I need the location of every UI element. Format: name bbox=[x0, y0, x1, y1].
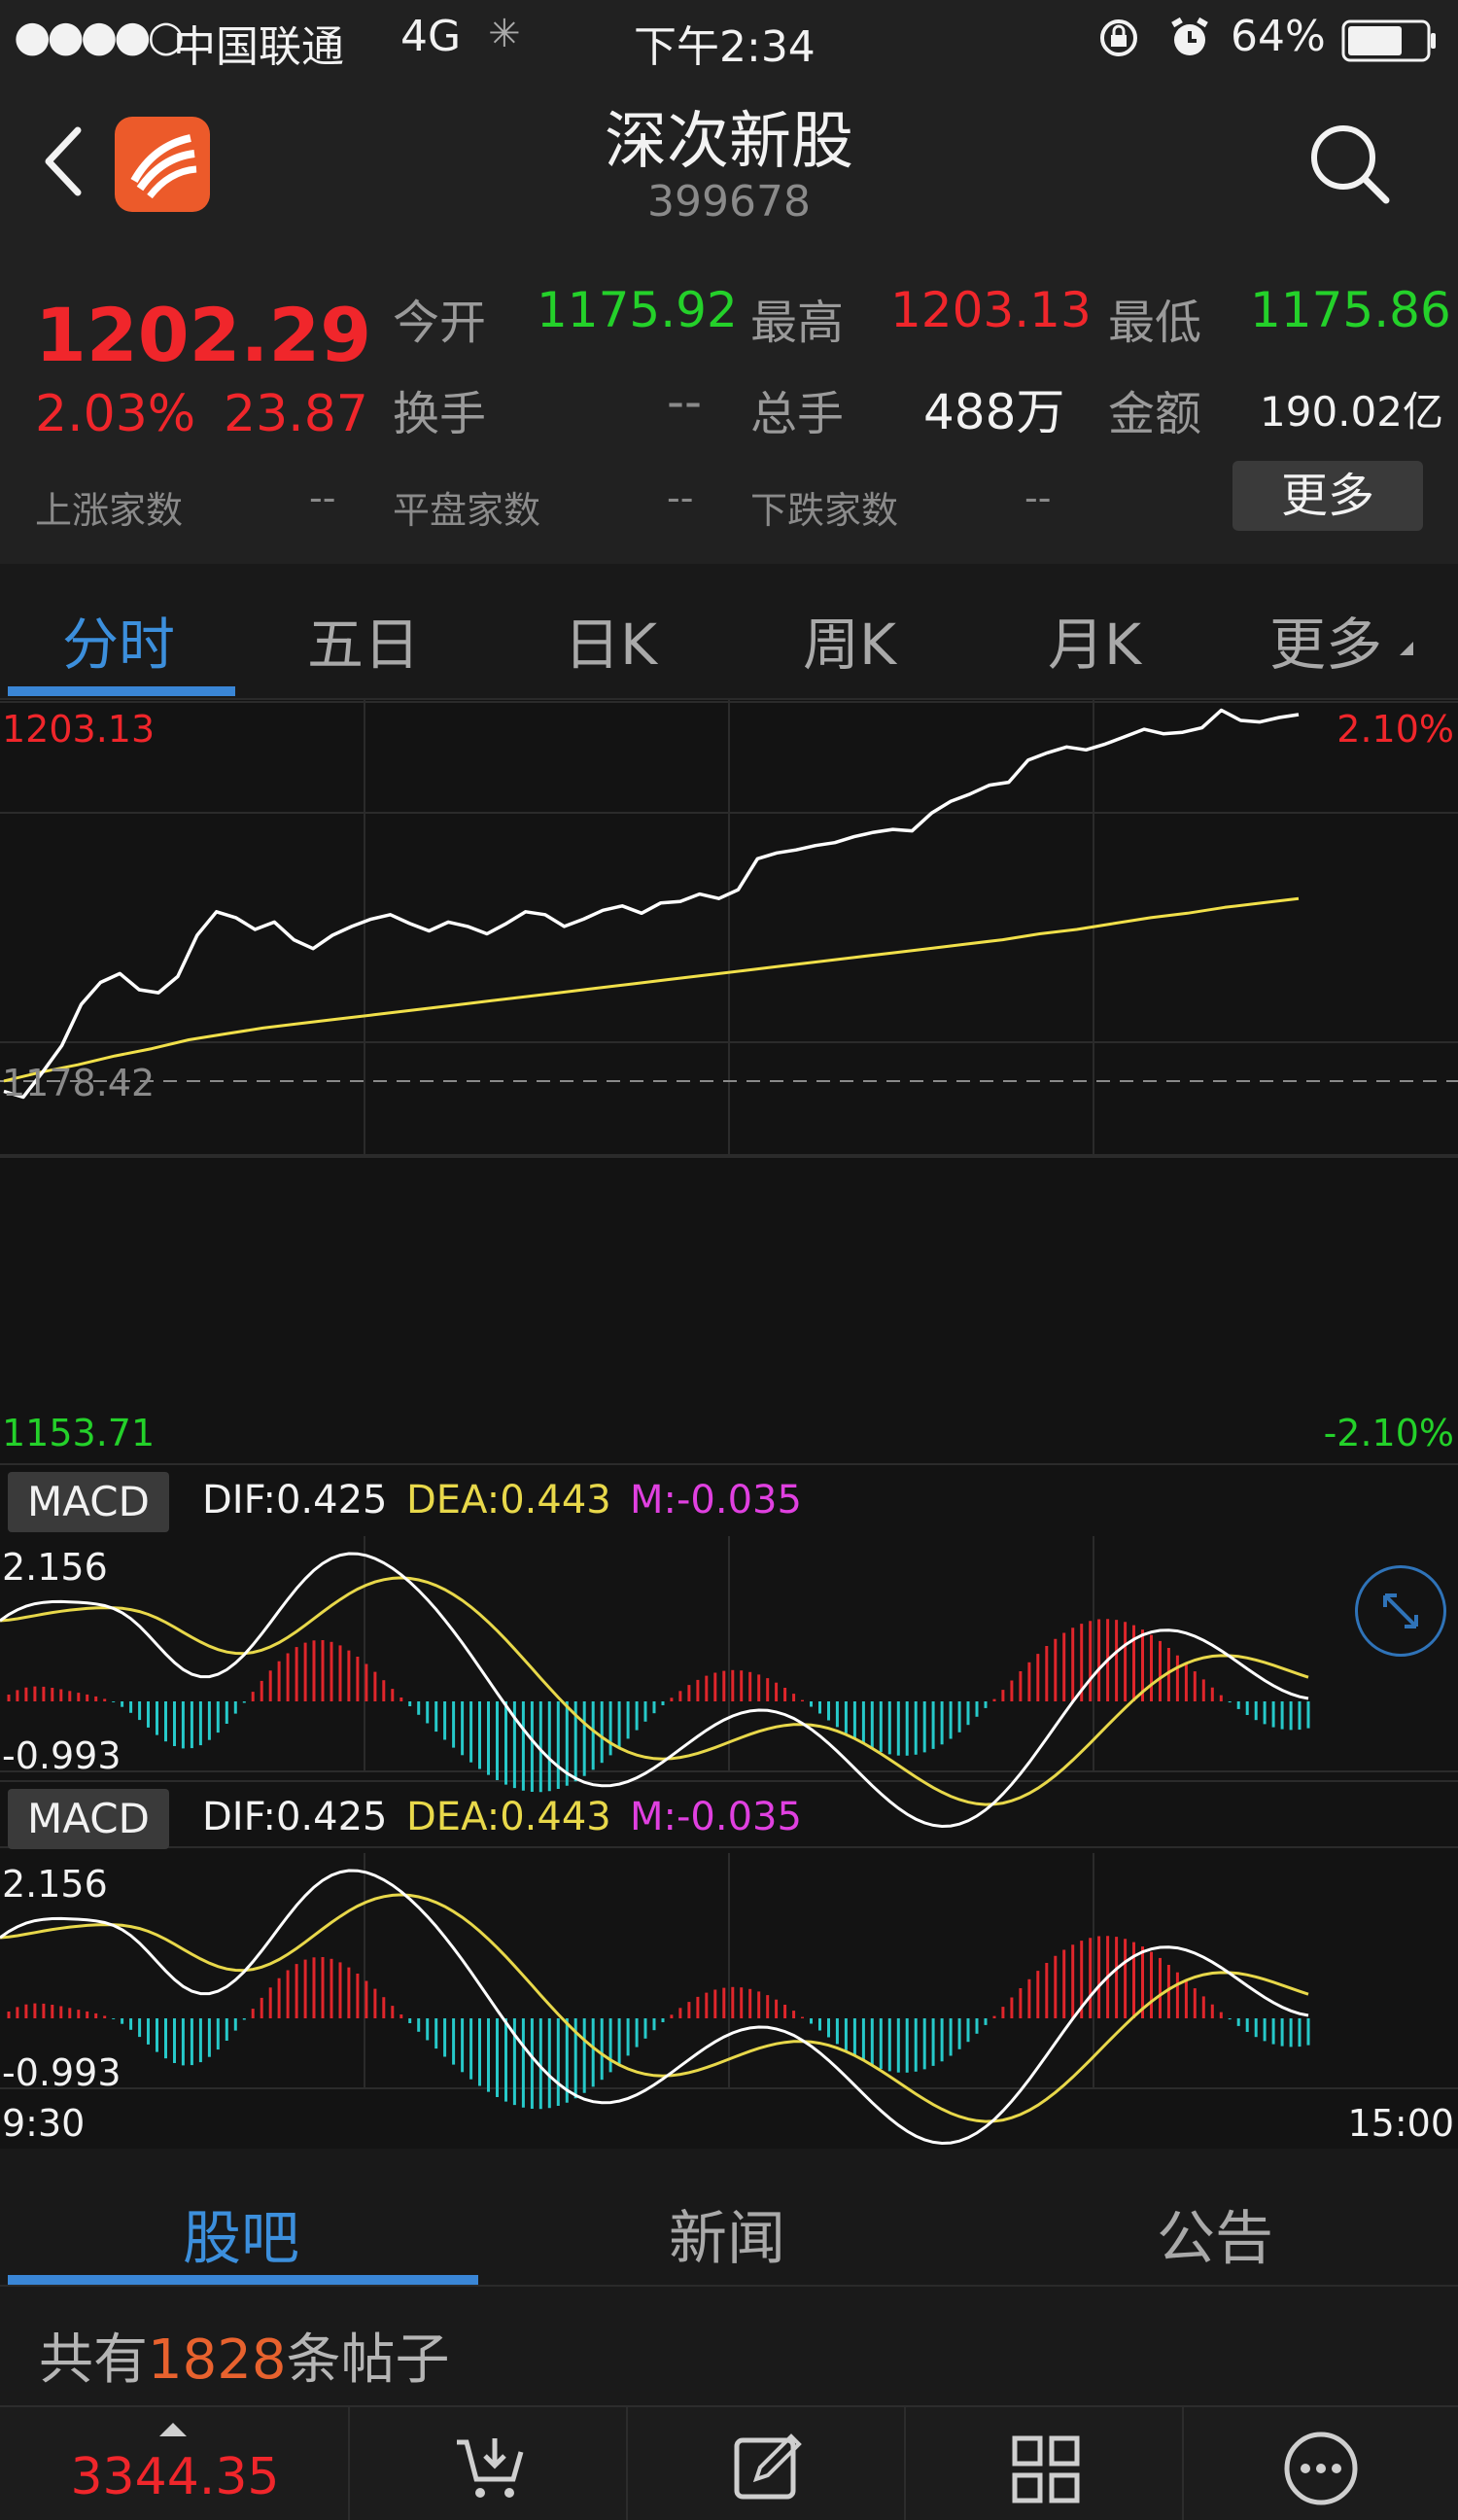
post-count-text: 共有1828条帖子 bbox=[39, 2316, 450, 2395]
flat-count-label: 平盘家数 bbox=[393, 489, 541, 532]
change-percent: 2.03% bbox=[35, 385, 196, 443]
turnover-label: 换手 bbox=[393, 387, 487, 441]
signal-strength-icon: ●●●●○ bbox=[14, 12, 185, 61]
triangle-up-icon bbox=[159, 2423, 187, 2436]
price-axis-bottom: 1153.71 bbox=[2, 1412, 156, 1454]
more-options-button[interactable] bbox=[1184, 2407, 1458, 2520]
tab-daily-k[interactable]: 日K bbox=[564, 599, 657, 681]
pct-axis-bottom: -2.10% bbox=[1323, 1412, 1454, 1454]
tab-announcements[interactable]: 公告 bbox=[1157, 2191, 1273, 2276]
macd-m: M:-0.035 bbox=[630, 1478, 802, 1522]
up-count-label: 上涨家数 bbox=[35, 489, 184, 532]
macd-dea-2: DEA:0.443 bbox=[406, 1795, 611, 1839]
macd-min: -0.993 bbox=[2, 1734, 122, 1777]
bottom-toolbar: 3344.35 bbox=[0, 2405, 1458, 2520]
tab-news[interactable]: 新闻 bbox=[669, 2191, 785, 2276]
open-value: 1175.92 bbox=[537, 282, 738, 338]
up-count-value: -- bbox=[309, 476, 336, 519]
carrier-name: 中国联通 bbox=[173, 22, 344, 72]
low-label: 最低 bbox=[1108, 296, 1202, 350]
time-axis-start: 9:30 bbox=[2, 2102, 86, 2145]
grid-icon bbox=[1012, 2435, 1080, 2503]
chart-canvas[interactable] bbox=[0, 700, 1458, 2149]
open-label: 今开 bbox=[393, 296, 487, 350]
macd-max-2: 2.156 bbox=[2, 1863, 108, 1906]
change-amount: 23.87 bbox=[224, 385, 368, 443]
macd-indicator-button-2[interactable]: MACD bbox=[8, 1789, 169, 1849]
macd-max: 2.156 bbox=[2, 1546, 108, 1589]
turnover-value: -- bbox=[667, 373, 703, 430]
pct-axis-top: 2.10% bbox=[1336, 708, 1454, 751]
macd-dif-line bbox=[0, 1552, 1309, 1829]
current-price: 1202.29 bbox=[35, 292, 372, 378]
ellipsis-circle-icon bbox=[1284, 2432, 1358, 2505]
page-title: 深次新股 bbox=[605, 106, 853, 178]
alarm-icon bbox=[1168, 16, 1211, 71]
loading-spinner-icon: ✳ bbox=[488, 12, 521, 56]
macd-dif-line bbox=[0, 1869, 1309, 2146]
compose-button[interactable] bbox=[628, 2407, 906, 2520]
chart-area: 1203.13 2.10% 1178.42 1153.71 -2.10% MAC… bbox=[0, 700, 1458, 2149]
down-count-value: -- bbox=[1024, 476, 1052, 519]
macd-dea: DEA:0.443 bbox=[406, 1478, 611, 1522]
index-value: 3344.35 bbox=[70, 2448, 280, 2506]
expand-icon[interactable] bbox=[1355, 1565, 1446, 1657]
high-label: 最高 bbox=[750, 296, 845, 350]
macd-m-2: M:-0.035 bbox=[630, 1795, 802, 1839]
volume-label: 总手 bbox=[750, 387, 845, 441]
network-type: 4G bbox=[400, 12, 462, 61]
tab-more[interactable]: 更多 bbox=[1269, 599, 1382, 681]
status-time: 下午2:34 bbox=[634, 22, 816, 72]
chart-tabs: 分时 五日 日K 周K 月K 更多 bbox=[0, 564, 1458, 700]
price-axis-mid: 1178.42 bbox=[2, 1062, 156, 1104]
cart-download-icon bbox=[457, 2438, 524, 2498]
price-axis-top: 1203.13 bbox=[2, 708, 156, 751]
more-button[interactable]: 更多 bbox=[1232, 461, 1423, 531]
battery-percent: 64% bbox=[1231, 12, 1326, 61]
tab-five-day[interactable]: 五日 bbox=[307, 599, 420, 681]
tab-monthly-k[interactable]: 月K bbox=[1048, 599, 1141, 681]
tab-intraday[interactable]: 分时 bbox=[62, 599, 175, 681]
post-count-number: 1828 bbox=[148, 2328, 287, 2392]
amount-label: 金额 bbox=[1108, 387, 1202, 441]
content-tabs: 股吧 新闻 公告 bbox=[0, 2149, 1458, 2287]
macd-dif-2: DIF:0.425 bbox=[202, 1795, 388, 1839]
post-count-prefix: 共有 bbox=[39, 2328, 148, 2392]
tab-forum[interactable]: 股吧 bbox=[183, 2191, 299, 2276]
macd-min-2: -0.993 bbox=[2, 2051, 122, 2094]
search-icon[interactable] bbox=[1306, 121, 1394, 212]
macd-dif: DIF:0.425 bbox=[202, 1478, 388, 1522]
post-count-suffix: 条帖子 bbox=[286, 2328, 450, 2392]
grid-menu-button[interactable] bbox=[906, 2407, 1184, 2520]
tab-weekly-k[interactable]: 周K bbox=[803, 599, 896, 681]
tab-active-indicator bbox=[8, 686, 235, 696]
status-bar: ●●●●○ 中国联通 4G ✳ 下午2:34 64% bbox=[0, 0, 1458, 78]
edit-icon bbox=[734, 2433, 802, 2500]
post-count-bar: 共有1828条帖子 bbox=[0, 2287, 1458, 2405]
time-axis-end: 15:00 bbox=[1347, 2102, 1454, 2145]
rotation-lock-icon bbox=[1096, 16, 1141, 71]
low-value: 1175.86 bbox=[1250, 282, 1451, 338]
nav-bar: 深次新股 399678 bbox=[0, 78, 1458, 243]
volume-value: 488万 bbox=[923, 384, 1065, 440]
triangle-down-icon bbox=[1400, 642, 1413, 655]
flat-count-value: -- bbox=[667, 476, 694, 519]
subtab-active-indicator bbox=[8, 2275, 478, 2285]
average-price-line bbox=[3, 896, 1300, 1083]
stock-code: 399678 bbox=[647, 177, 811, 227]
macd-indicator-button[interactable]: MACD bbox=[8, 1472, 169, 1532]
battery-icon bbox=[1341, 19, 1439, 73]
high-value: 1203.13 bbox=[890, 282, 1092, 338]
down-count-label: 下跌家数 bbox=[750, 489, 899, 532]
amount-value: 190.02亿 bbox=[1260, 388, 1443, 436]
index-ticker-button[interactable]: 3344.35 bbox=[0, 2407, 350, 2520]
trade-button[interactable] bbox=[350, 2407, 628, 2520]
